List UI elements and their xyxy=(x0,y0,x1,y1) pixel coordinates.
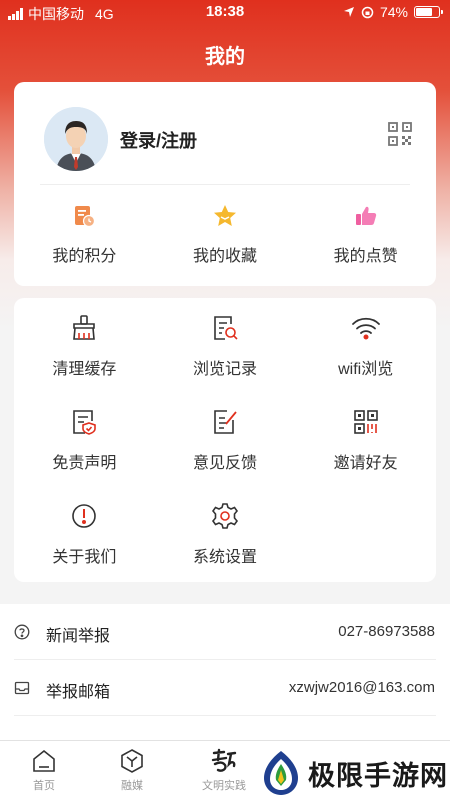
tab-media[interactable]: 融媒 xyxy=(102,747,162,793)
home-icon xyxy=(14,747,74,775)
tool-label: 清理缓存 xyxy=(52,361,117,378)
tool-invite[interactable]: 邀请好友 xyxy=(295,406,436,500)
history-icon xyxy=(155,312,296,344)
tool-label: 关于我们 xyxy=(52,549,117,566)
points-icon xyxy=(14,202,155,230)
quick-label-points: 我的积分 xyxy=(52,248,117,265)
tool-feedback[interactable]: 意见反馈 xyxy=(155,406,296,500)
report-phone[interactable]: 027-86973588 xyxy=(338,623,435,640)
tool-grid: 清理缓存 浏览记录 wifi浏览 免责声明 意见反馈 邀请好友 关于我们 系统设… xyxy=(14,312,436,594)
tool-settings[interactable]: 系统设置 xyxy=(155,500,296,594)
tool-label: 意见反馈 xyxy=(192,455,257,472)
info-icon xyxy=(14,500,155,532)
feedback-icon xyxy=(155,406,296,438)
tab-home[interactable]: 首页 xyxy=(14,747,74,793)
tab-civilization[interactable]: 文明实践 xyxy=(194,747,254,793)
report-icon xyxy=(14,624,30,640)
battery-percent: 74% xyxy=(379,4,408,20)
report-label: 新闻举报 xyxy=(46,628,111,645)
rotation-lock-icon xyxy=(361,6,374,18)
site-watermark: 极限手游网 xyxy=(254,746,450,800)
tool-label: 系统设置 xyxy=(192,549,257,566)
qr-code-icon[interactable] xyxy=(388,122,412,146)
quick-label-favorites: 我的收藏 xyxy=(192,248,257,265)
report-list: 新闻举报 027-86973588 举报邮箱 xzwjw2016@163.com xyxy=(0,604,450,740)
tab-label: 首页 xyxy=(33,780,55,792)
status-bar: 中国移动 4G 18:38 74% xyxy=(0,0,450,26)
report-row-email[interactable]: 举报邮箱 xzwjw2016@163.com xyxy=(0,660,450,716)
watermark-text: 极限手游网 xyxy=(308,760,448,792)
tool-history[interactable]: 浏览记录 xyxy=(155,312,296,406)
invite-qr-icon xyxy=(295,406,436,438)
tool-label: 邀请好友 xyxy=(333,455,398,472)
battery-icon xyxy=(414,6,443,18)
tool-label: 免责声明 xyxy=(52,455,117,472)
tool-label: 浏览记录 xyxy=(192,361,257,378)
quick-actions: 我的积分 我的收藏 我的点赞 xyxy=(14,202,436,266)
settings-icon xyxy=(155,500,296,532)
quick-item-points[interactable]: 我的积分 xyxy=(14,202,155,266)
tab-label: 融媒 xyxy=(121,780,143,792)
user-avatar[interactable] xyxy=(44,107,108,171)
row-divider xyxy=(14,715,436,716)
location-icon xyxy=(343,7,354,17)
tool-label: wifi浏览 xyxy=(338,361,394,378)
tool-clear-cache[interactable]: 清理缓存 xyxy=(14,312,155,406)
watermark-logo xyxy=(264,751,298,795)
tool-disclaimer[interactable]: 免责声明 xyxy=(14,406,155,500)
page-title: 我的 xyxy=(205,46,245,68)
report-label: 举报邮箱 xyxy=(46,684,111,701)
profile-card: 登录/注册 我的积分 我的收藏 我的点赞 xyxy=(14,82,436,286)
tab-label: 文明实践 xyxy=(202,780,246,792)
broom-icon xyxy=(14,312,155,344)
civilization-icon xyxy=(194,747,254,775)
quick-label-likes: 我的点赞 xyxy=(333,248,398,265)
avatar-icon xyxy=(44,107,108,171)
mail-icon xyxy=(14,681,30,695)
quick-item-likes[interactable]: 我的点赞 xyxy=(295,202,436,266)
media-icon xyxy=(102,747,162,775)
report-email[interactable]: xzwjw2016@163.com xyxy=(289,679,435,696)
login-register-link[interactable]: 登录/注册 xyxy=(120,127,197,153)
disclaimer-icon xyxy=(14,406,155,438)
tool-about[interactable]: 关于我们 xyxy=(14,500,155,594)
profile-divider xyxy=(40,184,410,185)
thumbs-up-icon xyxy=(295,202,436,230)
tools-card: 清理缓存 浏览记录 wifi浏览 免责声明 意见反馈 邀请好友 关于我们 系统设… xyxy=(14,298,436,582)
star-icon xyxy=(155,202,296,230)
tool-wifi[interactable]: wifi浏览 xyxy=(295,312,436,406)
report-row-news[interactable]: 新闻举报 027-86973588 xyxy=(0,604,450,660)
quick-item-favorites[interactable]: 我的收藏 xyxy=(155,202,296,266)
status-right: 74% xyxy=(343,4,443,20)
wifi-icon xyxy=(295,312,436,344)
